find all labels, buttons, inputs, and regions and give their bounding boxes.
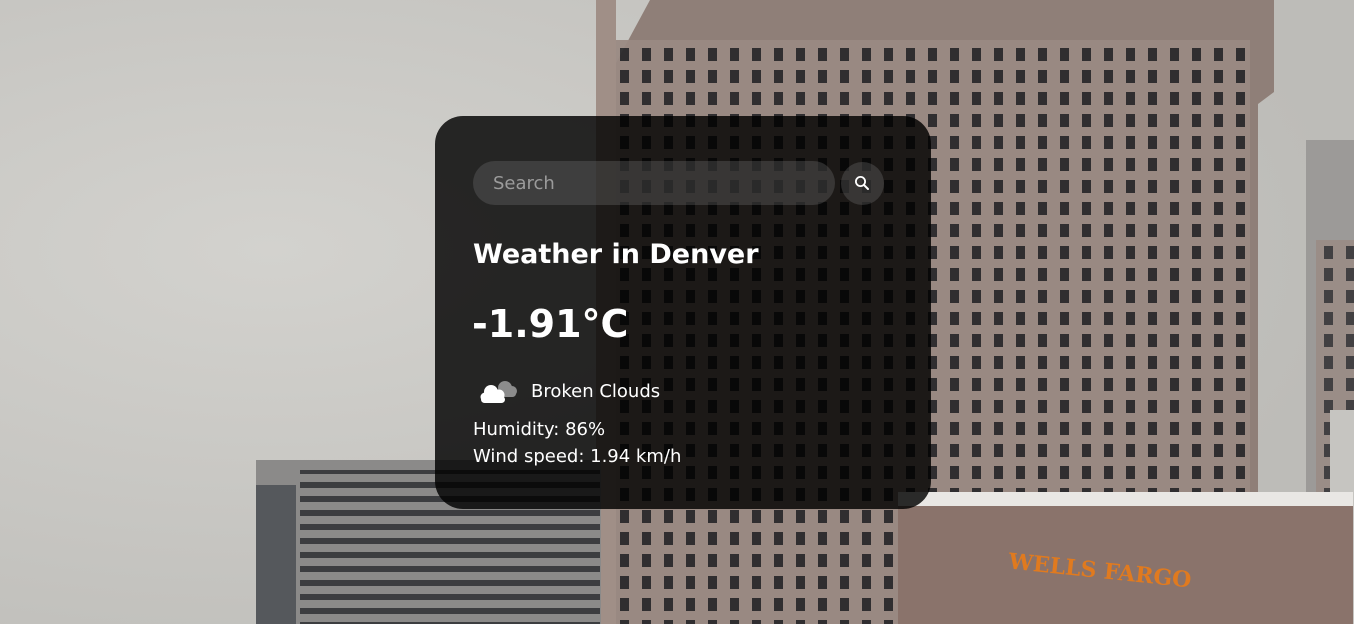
search-bar bbox=[473, 161, 885, 205]
humidity-text: Humidity: 86% bbox=[473, 419, 606, 440]
search-button[interactable] bbox=[841, 162, 884, 205]
weather-description: Broken Clouds bbox=[531, 381, 661, 402]
search-input[interactable] bbox=[473, 161, 835, 205]
broken-clouds-icon bbox=[480, 381, 517, 403]
search-icon bbox=[855, 176, 869, 190]
weather-card: Weather in Denver -1.91°C Broken Clouds … bbox=[435, 116, 931, 509]
wind-speed-text: Wind speed: 1.94 km/h bbox=[473, 446, 682, 467]
temperature: -1.91°C bbox=[472, 302, 629, 346]
city-title: Weather in Denver bbox=[473, 239, 759, 270]
